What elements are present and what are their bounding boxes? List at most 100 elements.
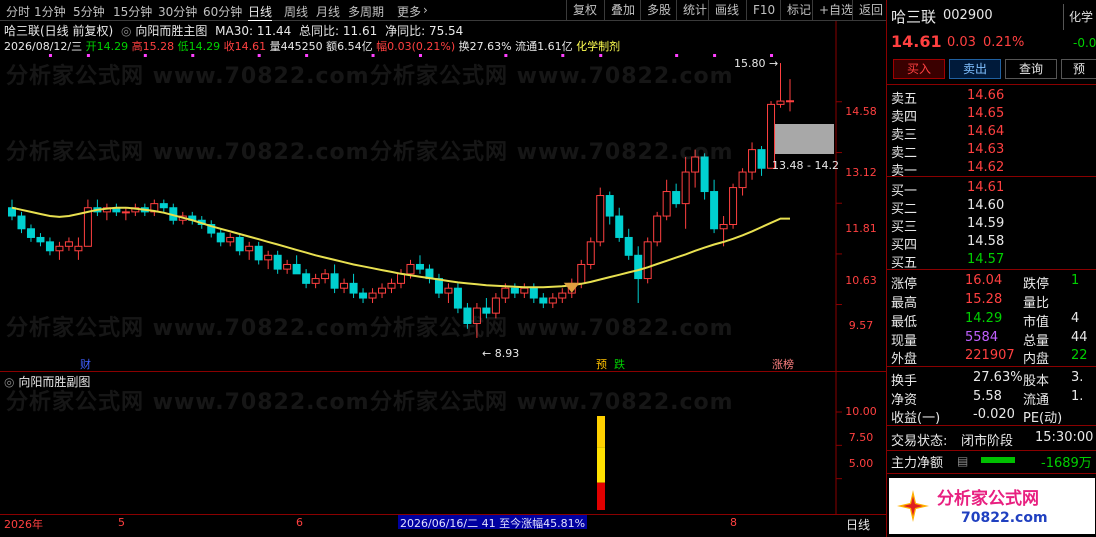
timeframe-tab[interactable]: 日线: [248, 3, 273, 21]
stat-value: 1: [1071, 273, 1080, 288]
candle-body: [378, 287, 387, 294]
timeframe-tab[interactable]: 月线: [316, 3, 340, 20]
ask-level-row: 卖三 14.64: [887, 124, 1096, 143]
sub-y-label: 5.00: [848, 457, 874, 470]
buy-signal-triangle: [563, 282, 580, 293]
ask-price: 14.65: [967, 106, 1005, 121]
toolbar-button[interactable]: 画线: [708, 0, 747, 20]
query-button[interactable]: 查询: [1005, 59, 1057, 79]
timeframe-tab[interactable]: 15分钟: [113, 3, 152, 20]
watermark: 分析家公式网 www.70822.com: [6, 64, 370, 89]
ask-level-row: 卖四 14.65: [887, 106, 1096, 125]
candle-body: [26, 228, 35, 238]
stock-period-title: 哈三联(日线 前复权): [4, 24, 114, 38]
tag-yu[interactable]: 预: [596, 356, 607, 372]
period-indicator[interactable]: 日线: [846, 516, 870, 533]
range-label: 13.48 - 14.2: [772, 159, 839, 172]
sub-y-label: 7.50: [848, 431, 874, 444]
candle-body: [321, 273, 330, 280]
tag-cai[interactable]: 财: [80, 356, 91, 372]
quote-stat-row: 净资 5.58 流通 1.: [887, 389, 1096, 408]
price-change: 0.03: [947, 35, 976, 50]
toolbar-button[interactable]: F10: [746, 0, 781, 20]
float-value: 流通1.61亿: [515, 40, 573, 53]
timeframe-tab[interactable]: 分时: [6, 3, 30, 20]
ask-price: 14.64: [967, 124, 1005, 139]
tag-zhangbang[interactable]: 涨榜: [772, 356, 794, 372]
signal-bar-red: [597, 482, 605, 510]
y-label: 10.63: [845, 274, 877, 287]
high-marker-value: 15.80: [734, 57, 766, 70]
toolbar-button[interactable]: 多股: [640, 0, 677, 20]
main-flow-value: -1689万: [1041, 456, 1092, 471]
bar-date: 2026/08/12/三: [4, 40, 83, 53]
buy-button[interactable]: 买入: [893, 59, 945, 79]
sell-button[interactable]: 卖出: [949, 59, 1001, 79]
month-label: 6: [296, 516, 303, 529]
candle-body: [586, 241, 595, 265]
stat-label: 换手: [891, 374, 918, 389]
main-chart-header: 哈三联(日线 前复权) ◎ 向阳而胜主图 MA30: 11.44 总同比: 11…: [4, 22, 463, 39]
timeframe-tab[interactable]: 30分钟: [158, 3, 197, 20]
total-ratio: 总同比: 11.61: [299, 24, 378, 38]
toolbar-button[interactable]: +自选: [812, 0, 853, 20]
candle-body: [529, 287, 538, 299]
side-tab-value: -0.0: [1073, 36, 1096, 50]
stat-value: 16.04: [965, 273, 1003, 288]
divider: [887, 473, 1096, 474]
candle-body: [596, 195, 605, 243]
bid-level-row: 买四 14.58: [887, 234, 1096, 253]
more-chevron-icon[interactable]: ›: [423, 3, 428, 17]
candle-body: [273, 254, 282, 270]
stat-value: 5584: [965, 330, 999, 345]
candle-body: [510, 287, 519, 294]
close-label: 收: [223, 40, 235, 53]
high-marker: 15.80 →: [734, 57, 779, 70]
ma30-value: MA30: 11.44: [215, 24, 292, 38]
bid-price: 14.59: [967, 216, 1005, 231]
stat-label: 现量: [891, 334, 918, 349]
stat-label: 最高: [891, 296, 918, 311]
timeframe-tab[interactable]: 60分钟: [203, 3, 242, 20]
timeframe-tab[interactable]: 更多: [397, 3, 421, 20]
indicator-name[interactable]: 向阳而胜主图: [135, 24, 207, 38]
candle-body: [653, 215, 662, 243]
toolbar-button[interactable]: 返回: [852, 0, 887, 20]
ask-price: 14.66: [967, 88, 1005, 103]
signal-dot: [675, 54, 679, 57]
candle-body: [776, 100, 785, 105]
candle-body: [539, 297, 548, 304]
candle-body: [643, 241, 652, 280]
bar-info-line: 2026/08/12/三 开14.29 高15.28 低14.29 收14.61…: [4, 38, 620, 54]
watermark: 分析家公式网 www.70822.com: [6, 140, 370, 165]
signal-dot: [713, 54, 717, 57]
document-icon[interactable]: ▤: [957, 454, 968, 468]
candle-body: [17, 215, 26, 230]
sub-chart[interactable]: [0, 372, 886, 514]
timeframe-tab[interactable]: 5分钟: [73, 3, 105, 20]
bid-level-row: 买三 14.59: [887, 216, 1096, 235]
toolbar-button[interactable]: 标记: [780, 0, 813, 20]
open-label: 开: [85, 40, 97, 53]
stat-label: 股本: [1023, 374, 1050, 389]
timeframe-tab[interactable]: 1分钟: [34, 3, 66, 20]
signal-dot: [48, 54, 52, 57]
timeframe-tab[interactable]: 周线: [284, 3, 308, 20]
candle-body: [548, 297, 557, 304]
preset-button[interactable]: 预: [1061, 59, 1096, 79]
toolbar-button[interactable]: 复权: [566, 0, 605, 20]
candle-body: [406, 263, 415, 275]
bid-label: 买四: [891, 238, 918, 253]
timeframe-tab[interactable]: 多周期: [348, 3, 384, 20]
quote-stat-row: 现量 5584 总量 44: [887, 330, 1096, 349]
settings-circle-icon[interactable]: ◎: [121, 24, 131, 38]
stat-value: 1.: [1071, 389, 1084, 404]
ask-level-row: 卖二 14.63: [887, 142, 1096, 161]
tag-die[interactable]: 跌: [614, 356, 625, 372]
watermark: 分析家公式网 www.70822.com: [370, 140, 734, 165]
site-logo: 分析家公式网 70822.com: [889, 478, 1095, 534]
candle-body: [397, 273, 405, 284]
toolbar-button[interactable]: 叠加: [604, 0, 641, 20]
toolbar-button[interactable]: 统计: [676, 0, 709, 20]
side-tab-industry[interactable]: 化学: [1063, 4, 1096, 30]
